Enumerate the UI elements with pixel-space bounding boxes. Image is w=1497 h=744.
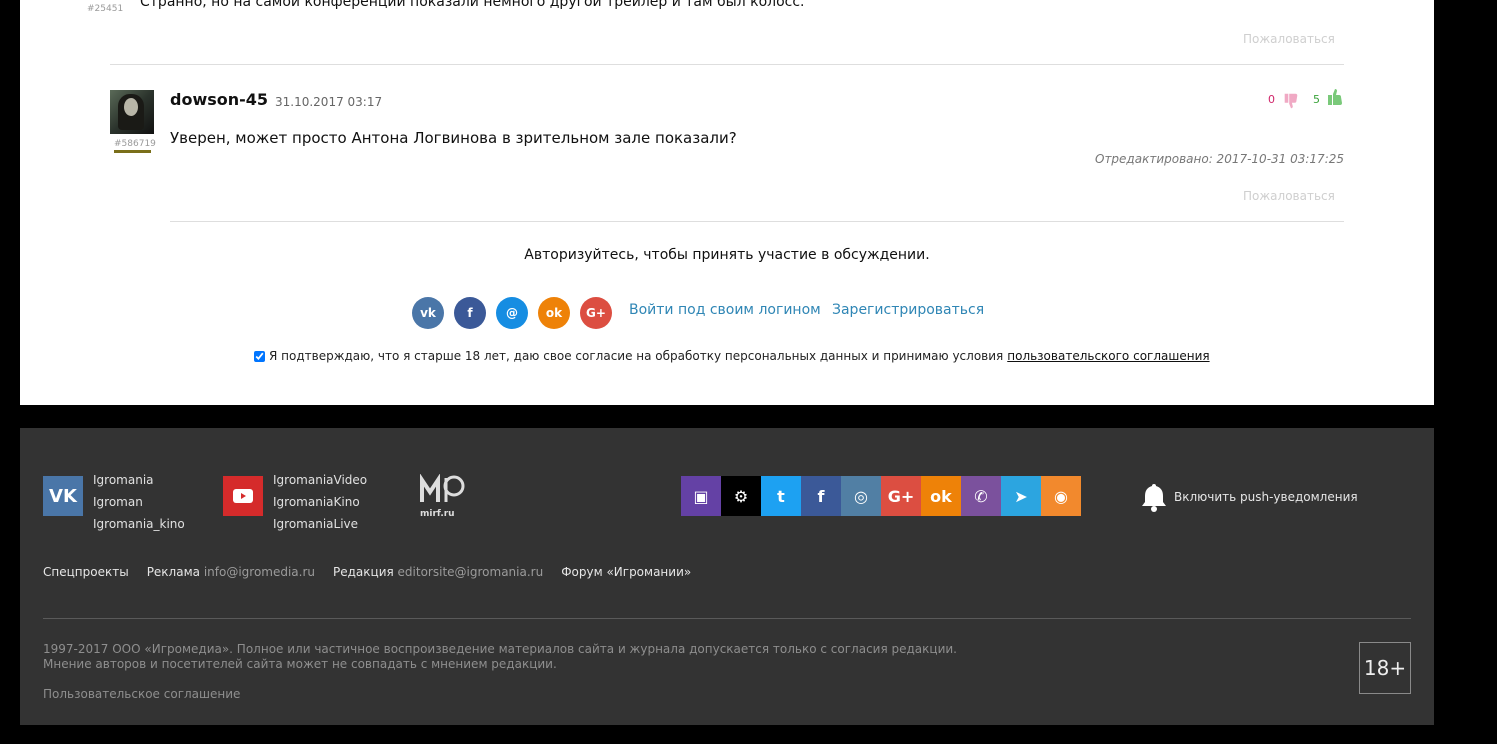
comment-date: 31.10.2017 03:17: [275, 95, 383, 109]
telegram-icon[interactable]: ➤: [1001, 476, 1041, 516]
vk-icon: vk: [420, 306, 436, 320]
footer-nav: Спецпроекты Реклама info@igromedia.ru Ре…: [43, 565, 691, 579]
page: #25451 Странно, но на самой конференции …: [0, 0, 1497, 744]
age-agreement: Я подтверждаю, что я старше 18 лет, даю …: [254, 349, 1210, 363]
twitter-icon[interactable]: t: [761, 476, 801, 516]
facebook-login-button[interactable]: f: [454, 297, 486, 329]
comment-divider: [170, 221, 1344, 222]
vk-link[interactable]: Igromania_kino: [93, 517, 185, 531]
vk-icon[interactable]: VK: [43, 476, 83, 516]
login-link[interactable]: Войти под своим логином: [629, 302, 821, 318]
ads-email-link[interactable]: info@igromedia.ru: [204, 565, 315, 579]
ads-contact: Реклама info@igromedia.ru: [147, 565, 315, 579]
comment-divider: [110, 64, 1344, 65]
twitch-icon[interactable]: ▣: [681, 476, 721, 516]
previous-comment-text: Странно, но на самой конференции показал…: [140, 0, 805, 10]
youtube-link[interactable]: IgromaniaVideo: [273, 473, 367, 487]
google-plus-icon[interactable]: G+: [881, 476, 921, 516]
mirf-logo[interactable]: mirf.ru: [420, 473, 468, 519]
auth-message: Авторизуйтесь, чтобы принять участие в о…: [524, 247, 930, 263]
user-id: #586719: [114, 139, 156, 149]
google-plus-icon: G+: [586, 306, 606, 320]
previous-comment-user-id: #25451: [87, 4, 124, 14]
vk-link[interactable]: Igromania: [93, 473, 154, 487]
agreement-text: Я подтверждаю, что я старше 18 лет, даю …: [269, 349, 1004, 363]
forum-link[interactable]: Форум «Игромании»: [561, 565, 691, 579]
copyright-line: Мнение авторов и посетителей сайта может…: [43, 657, 557, 671]
push-notifications-toggle[interactable]: Включить push-уведомления: [1140, 482, 1358, 512]
upvote-count: 5: [1313, 93, 1320, 106]
odnoklassniki-login-button[interactable]: ok: [538, 297, 570, 329]
copyright: 1997-2017 ООО «Игромедиа». Полное или ча…: [43, 642, 957, 672]
age-rating-badge: 18+: [1359, 642, 1411, 694]
mail-login-button[interactable]: @: [496, 297, 528, 329]
avatar[interactable]: [110, 90, 154, 134]
vk-login-button[interactable]: vk: [412, 297, 444, 329]
push-label: Включить push-уведомления: [1174, 490, 1358, 504]
mail-icon: @: [506, 306, 518, 320]
special-projects-link[interactable]: Спецпроекты: [43, 565, 129, 579]
footer-divider: [43, 618, 1411, 619]
odnoklassniki-icon[interactable]: ok: [921, 476, 961, 516]
complain-link[interactable]: Пожаловаться: [1243, 32, 1335, 46]
instagram-icon[interactable]: ◎: [841, 476, 881, 516]
thumbs-down-icon[interactable]: [1282, 92, 1300, 110]
complain-link[interactable]: Пожаловаться: [1243, 189, 1335, 203]
user-rank-bar: [114, 150, 151, 153]
downvote-count: 0: [1268, 93, 1275, 106]
bell-icon: [1142, 484, 1166, 512]
register-link[interactable]: Зарегистрироваться: [832, 302, 984, 318]
viber-icon[interactable]: ✆: [961, 476, 1001, 516]
thumbs-up-icon[interactable]: [1325, 87, 1345, 107]
youtube-link[interactable]: IgromaniaKino: [273, 495, 360, 509]
editorial-label: Редакция: [333, 565, 394, 579]
youtube-icon[interactable]: [223, 476, 263, 516]
edited-note: Отредактировано: 2017-10-31 03:17:25: [1095, 152, 1344, 166]
agreement-link[interactable]: пользовательского соглашения: [1007, 349, 1209, 363]
social-strip: ▣ ⚙ t f ◎ G+ ok ✆ ➤ ◉: [681, 476, 1081, 516]
editorial-email-link[interactable]: editorsite@igromania.ru: [398, 565, 544, 579]
editorial-contact: Редакция editorsite@igromania.ru: [333, 565, 543, 579]
vk-link[interactable]: Igroman: [93, 495, 143, 509]
terms-link[interactable]: Пользовательское соглашение: [43, 687, 240, 701]
mirf-label: mirf.ru: [420, 509, 455, 519]
comment-author[interactable]: dowson-45: [170, 90, 268, 109]
comment-text: Уверен, может просто Антона Логвинова в …: [170, 129, 737, 147]
facebook-icon: f: [467, 306, 473, 320]
steam-icon[interactable]: ⚙: [721, 476, 761, 516]
agreement-checkbox[interactable]: [254, 350, 265, 362]
ads-label: Реклама: [146, 565, 200, 579]
odnoklassniki-icon: ok: [545, 306, 563, 320]
rss-icon[interactable]: ◉: [1041, 476, 1081, 516]
footer: VK Igromania Igroman Igromania_kino Igro…: [20, 428, 1434, 725]
youtube-link[interactable]: IgromaniaLive: [273, 517, 358, 531]
comments-section: #25451 Странно, но на самой конференции …: [20, 0, 1434, 405]
google-plus-login-button[interactable]: G+: [580, 297, 612, 329]
facebook-icon[interactable]: f: [801, 476, 841, 516]
copyright-line: 1997-2017 ООО «Игромедиа». Полное или ча…: [43, 642, 957, 656]
